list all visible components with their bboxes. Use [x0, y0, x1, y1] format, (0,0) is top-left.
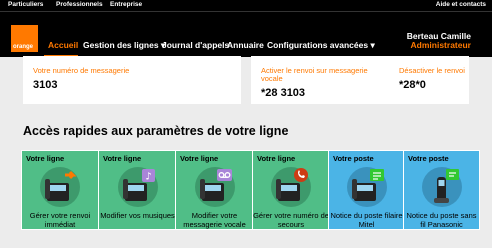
orange-logo[interactable]: orange	[11, 25, 38, 52]
voicemail-number-label: Votre numéro de messagerie	[33, 66, 130, 75]
tile-head: Votre ligne	[180, 154, 219, 163]
tile-head: Votre ligne	[103, 154, 142, 163]
activate-forward-label: Activer le renvoi sur messagerie vocale	[261, 66, 368, 83]
cordless-phone-notice-icon	[421, 167, 462, 207]
tile-caption: Notice du poste filaire Mitel	[330, 211, 403, 229]
link-aide-contacts[interactable]: Aide et contacts	[436, 1, 486, 8]
nav-configurations-avancees[interactable]: Configurations avancées ▾	[267, 40, 375, 51]
tile-head: Votre ligne	[26, 154, 65, 163]
nav-accueil[interactable]: Accueil	[48, 40, 78, 50]
tile-renvoi-immediat[interactable]: Votre ligne Gérer votre renvoi immédiat	[21, 150, 99, 230]
deactivate-forward-code: *28*0	[399, 79, 426, 91]
tile-caption: Notice du poste sans fil Panasonic	[406, 211, 477, 229]
nav-journal-appels[interactable]: Journal d'appels	[162, 40, 229, 50]
link-entreprise[interactable]: Entreprise	[110, 1, 142, 8]
tile-musiques[interactable]: Votre ligne ♪ Modifier vos musiques	[98, 150, 177, 230]
tile-notice-mitel[interactable]: Votre poste Notice du poste filaire Mite…	[328, 150, 405, 230]
tile-caption: Gérer votre numéro de secours	[253, 211, 329, 229]
nav-gestion-lignes[interactable]: Gestion des lignes ▾	[83, 40, 165, 51]
tile-head: Votre poste	[333, 154, 374, 163]
activate-forward-code: *28 3103	[261, 87, 306, 99]
tile-caption: Modifier votre messagerie vocale	[183, 211, 246, 229]
voicemail-number-card: Votre numéro de messagerie 3103	[23, 56, 241, 104]
nav-annuaire[interactable]: Annuaire	[227, 40, 264, 50]
desk-phone-forward-icon	[40, 167, 80, 207]
forward-codes-card: Activer le renvoi sur messagerie vocale …	[251, 56, 469, 104]
desk-phone-notice-icon	[346, 167, 387, 207]
tile-caption: Modifier vos musiques	[100, 211, 175, 220]
deactivate-forward-label: Désactiver le renvoi	[399, 66, 465, 75]
desk-phone-music-icon: ♪	[117, 167, 158, 207]
tile-head: Votre ligne	[257, 154, 296, 163]
user-role: Administrateur	[410, 40, 471, 50]
tile-messagerie-vocale[interactable]: Votre ligne Modifier votre messagerie vo…	[175, 150, 254, 230]
svg-text:♪: ♪	[145, 172, 151, 183]
link-particuliers[interactable]: Particuliers	[8, 1, 43, 8]
desk-phone-emergency-icon	[271, 167, 311, 207]
tile-numero-secours[interactable]: Votre ligne Gérer votre numéro de secour…	[252, 150, 330, 230]
voicemail-number-value: 3103	[33, 79, 58, 91]
desk-phone-voicemail-icon	[194, 167, 235, 207]
link-professionnels[interactable]: Professionnels	[56, 1, 103, 8]
logo-text: orange	[13, 44, 34, 50]
tile-head: Votre poste	[408, 154, 449, 163]
tile-notice-panasonic[interactable]: Votre poste Notice du poste sans fil Pan…	[403, 150, 480, 230]
main-header: orange Accueil Gestion des lignes ▾ Jour…	[0, 11, 492, 57]
quick-access-title: Accès rapides aux paramètres de votre li…	[23, 124, 289, 138]
tile-caption: Gérer votre renvoi immédiat	[29, 211, 91, 229]
top-bar: Particuliers Professionnels Entreprise A…	[0, 0, 492, 11]
